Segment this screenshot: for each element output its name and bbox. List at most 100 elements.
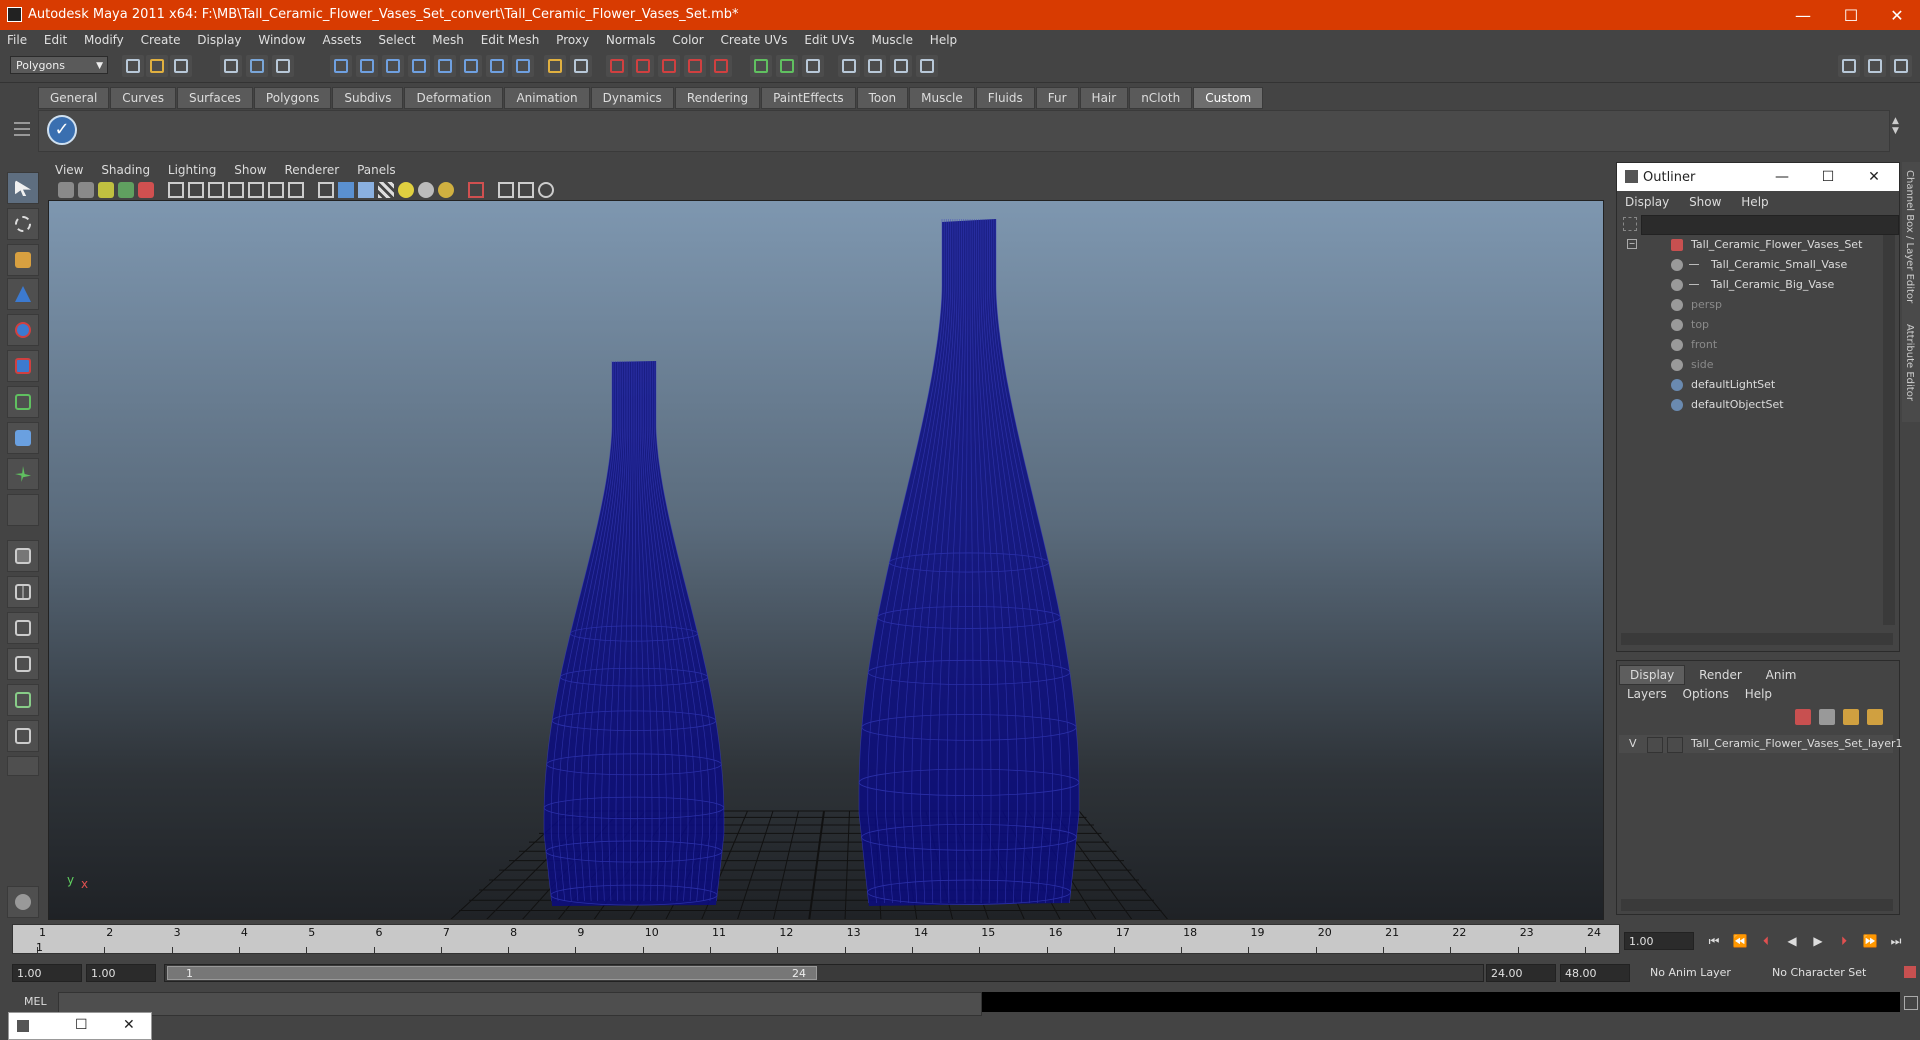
menu-window[interactable]: Window	[251, 30, 311, 47]
toggle-attribute-editor-icon[interactable]	[1838, 55, 1860, 77]
shelf-tab-subdivs[interactable]: Subdivs	[332, 87, 404, 109]
viewport-menu-shading[interactable]: Shading	[94, 160, 157, 177]
maximize-button[interactable]: ☐	[1828, 0, 1874, 30]
rotate-tool-icon[interactable]	[7, 314, 39, 346]
menu-create[interactable]: Create	[134, 30, 187, 47]
playback-end-field[interactable]: 24.00	[1486, 964, 1556, 982]
menu-edit[interactable]: Edit	[37, 30, 73, 47]
shelf-tab-dynamics[interactable]: Dynamics	[590, 87, 674, 109]
last-tool-slot[interactable]	[7, 494, 39, 526]
shelf-scroll[interactable]: ▲ ▼	[1892, 116, 1906, 146]
minimize-button[interactable]: —	[1780, 0, 1826, 30]
attribute-editor-tab[interactable]: Attribute Editor	[1904, 324, 1915, 401]
layout-hypershade-icon[interactable]	[7, 720, 39, 752]
shelf-tab-custom[interactable]: Custom	[1193, 87, 1264, 109]
outliner-item-side[interactable]: side	[1619, 355, 1881, 375]
outliner-vertical-scrollbar[interactable]	[1883, 235, 1895, 625]
shelf-tab-painteffects[interactable]: PaintEffects	[761, 87, 856, 109]
menu-proxy[interactable]: Proxy	[549, 30, 595, 47]
film-gate-icon[interactable]	[188, 182, 204, 198]
two-d-pan-zoom-icon[interactable]	[138, 182, 154, 198]
paint-select-tool-icon[interactable]	[7, 244, 39, 276]
layout-more-icon[interactable]	[7, 756, 39, 776]
play-forwards-icon[interactable]: ▶	[1810, 934, 1826, 950]
lock-icon[interactable]	[544, 55, 566, 77]
step-back-icon[interactable]: ⏪	[1732, 934, 1748, 950]
snap-plane-icon[interactable]	[408, 55, 430, 77]
layout-outliner-icon[interactable]	[7, 648, 39, 680]
create-layer-from-selected-icon[interactable]	[1867, 709, 1883, 725]
layer-stack-icon[interactable]	[1819, 709, 1835, 725]
viewport-menu-show[interactable]: Show	[227, 160, 273, 177]
select-component-icon[interactable]	[272, 55, 294, 77]
outliner-maximize-button[interactable]: ☐	[1805, 163, 1851, 191]
time-slider[interactable]: 1 2 3 4 5 6 7 8 9 10 11 12 13 14 15 16 17 18 19 20 21 22 23 24	[12, 924, 1620, 954]
menu-set-dropdown[interactable]: Polygons ▼	[10, 56, 108, 74]
camera-select-icon[interactable]	[58, 182, 74, 198]
soft-modification-icon[interactable]	[7, 422, 39, 454]
outliner-filter-icon[interactable]	[1623, 217, 1637, 231]
select-tool-icon[interactable]	[7, 172, 39, 204]
layer-menu-options[interactable]: Options	[1677, 685, 1735, 703]
outliner-close-button[interactable]: ✕	[1851, 163, 1897, 191]
construction-history-icon[interactable]	[632, 55, 654, 77]
layer-template-toggle[interactable]	[1647, 737, 1663, 753]
go-to-start-icon[interactable]: ⏮	[1706, 934, 1722, 950]
vase-wireframe[interactable]	[543, 361, 725, 906]
layer-tab-display[interactable]: Display	[1619, 665, 1686, 685]
command-input[interactable]	[58, 992, 982, 1016]
outliner-item-small-vase[interactable]: Tall_Ceramic_Small_Vase	[1619, 255, 1881, 275]
layer-menu-layers[interactable]: Layers	[1621, 685, 1673, 703]
play-backwards-icon[interactable]: ◀	[1784, 934, 1800, 950]
render-current-icon[interactable]	[658, 55, 680, 77]
layer-row[interactable]: V Tall_Ceramic_Flower_Vases_Set_layer1	[1619, 735, 1902, 753]
perspective-viewport[interactable]: y x	[48, 200, 1604, 920]
save-scene-icon[interactable]	[170, 55, 192, 77]
snap-grid-icon[interactable]	[330, 55, 352, 77]
menu-color[interactable]: Color	[665, 30, 709, 47]
menu-modify[interactable]: Modify	[77, 30, 130, 47]
bookmarks-icon[interactable]	[98, 182, 114, 198]
render-settings-icon[interactable]	[710, 55, 732, 77]
go-to-end-icon[interactable]: ⏭	[1888, 934, 1904, 950]
help-icon[interactable]	[512, 55, 534, 77]
snap-curve-icon[interactable]	[356, 55, 378, 77]
shelf-tab-surfaces[interactable]: Surfaces	[176, 87, 253, 109]
shelf-tab-rendering[interactable]: Rendering	[674, 87, 761, 109]
shelf-tab-fluids[interactable]: Fluids	[975, 87, 1035, 109]
current-time-field[interactable]: 1.00	[1624, 932, 1694, 950]
channel-box-tab[interactable]: Channel Box / Layer Editor	[1904, 170, 1915, 303]
step-forward-key-icon[interactable]: ⏵	[1836, 934, 1852, 950]
menu-edit-mesh[interactable]: Edit Mesh	[474, 30, 546, 47]
menu-display[interactable]: Display	[190, 30, 247, 47]
step-back-key-icon[interactable]: ⏴	[1758, 934, 1774, 950]
outliner-item-big-vase[interactable]: Tall_Ceramic_Big_Vase	[1619, 275, 1881, 295]
outliner-item-default-light-set[interactable]: defaultLightSet	[1619, 375, 1881, 395]
show-manipulator-icon[interactable]	[7, 458, 39, 490]
layer-menu-help[interactable]: Help	[1739, 685, 1778, 703]
layout-four-icon[interactable]	[7, 576, 39, 608]
shelf-tab-polygons[interactable]: Polygons	[253, 87, 332, 109]
grid-icon[interactable]	[168, 182, 184, 198]
xray-joints-icon[interactable]	[518, 182, 534, 198]
layer-horizontal-scrollbar[interactable]	[1621, 899, 1893, 911]
textured-icon[interactable]	[378, 182, 394, 198]
script-editor-icon[interactable]	[1904, 996, 1918, 1010]
select-object-icon[interactable]	[246, 55, 268, 77]
camera-icon[interactable]	[890, 55, 912, 77]
minimized-close-button[interactable]: ✕	[123, 1017, 135, 1033]
end-time-field[interactable]: 48.00	[1560, 964, 1630, 982]
outliner-item-top[interactable]: top	[1619, 315, 1881, 335]
outliner-menu-show[interactable]: Show	[1681, 193, 1729, 209]
gate-mask-icon[interactable]	[228, 182, 244, 198]
layout-graph-icon[interactable]	[7, 684, 39, 716]
checkmark-icon[interactable]: ✓	[47, 115, 77, 145]
component-xray-icon[interactable]	[538, 182, 554, 198]
render-view-icon[interactable]	[864, 55, 886, 77]
viewport-menu-panels[interactable]: Panels	[350, 160, 403, 177]
layout-side-by-side-icon[interactable]	[7, 612, 39, 644]
outliner-item-set[interactable]: Tall_Ceramic_Flower_Vases_Set	[1619, 235, 1881, 255]
make-live-icon[interactable]	[486, 55, 508, 77]
menu-normals[interactable]: Normals	[599, 30, 662, 47]
outliner-horizontal-scrollbar[interactable]	[1621, 633, 1893, 645]
